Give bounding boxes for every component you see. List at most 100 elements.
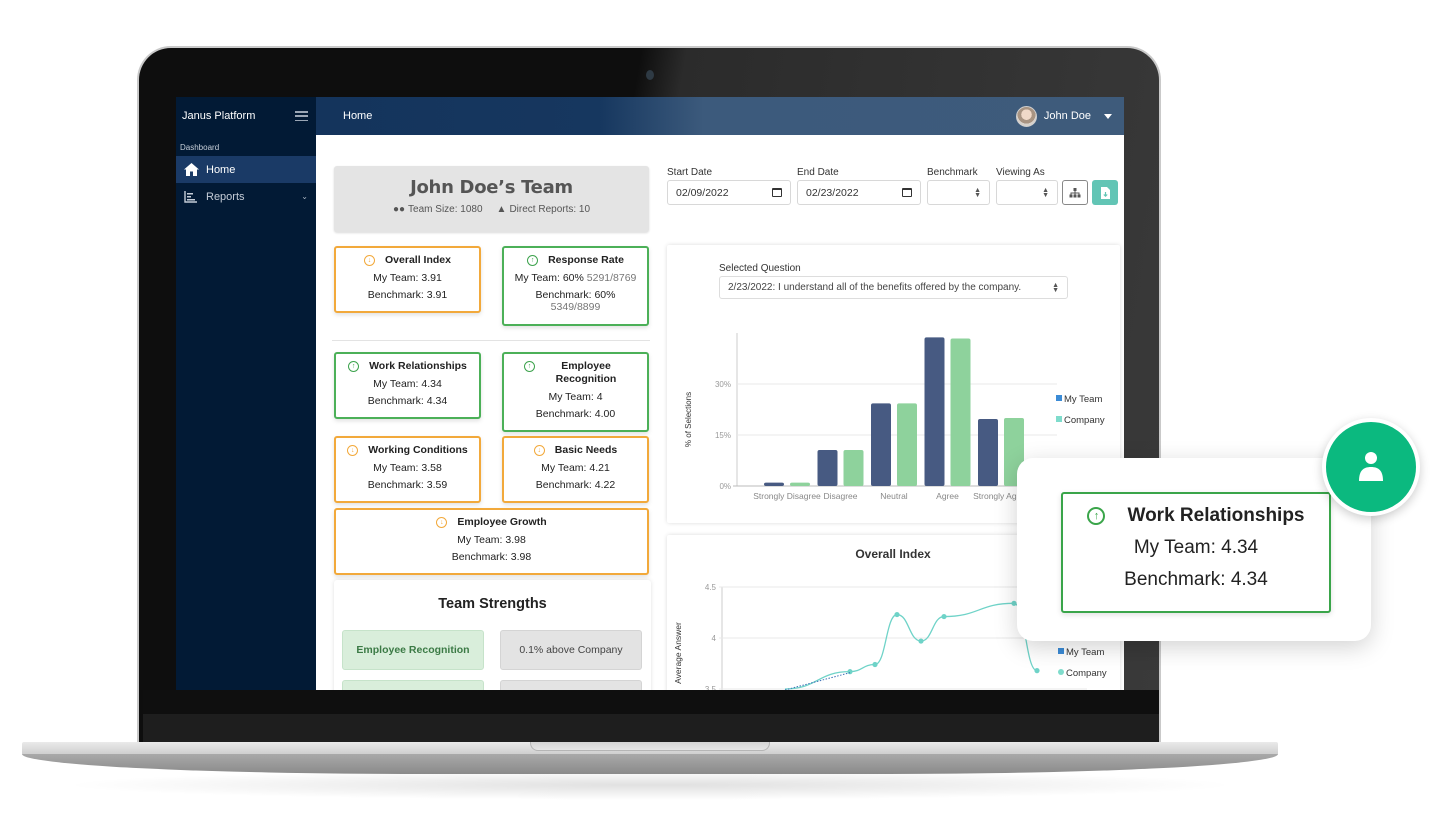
arrow-up-circle-icon: ↑ [527, 255, 539, 266]
select-arrows-icon: ▲ ▼ [974, 186, 981, 199]
metric-my-team: My Team: 3.58 [373, 462, 442, 474]
metric-card-overall-index[interactable]: ↓ Overall Index My Team: 3.91 Benchmark: … [334, 246, 481, 313]
sidebar-item-reports[interactable]: Reports ⌄ [176, 183, 316, 210]
org-chart-button[interactable] [1062, 180, 1088, 205]
sidebar-item-home[interactable]: Home [176, 156, 316, 183]
data-point-company [894, 611, 900, 618]
metric-benchmark: Benchmark: 3.91 [367, 289, 448, 301]
arrow-down-circle-icon: ↓ [364, 255, 376, 266]
y-tick-label: 4.5 [705, 583, 717, 592]
arrow-up-circle-icon: ↑ [1087, 507, 1106, 525]
metric-card-basic-needs[interactable]: ↓ Basic Needs My Team: 4.21 Benchmark: 4.… [502, 436, 649, 503]
viewing-as-select[interactable]: ▲ ▼ [996, 180, 1058, 205]
data-point-company [1011, 600, 1017, 606]
sidebar: Janus Platform Dashboard Home Reports ⌄ [176, 97, 316, 690]
viewing-as-label: Viewing As [996, 167, 1045, 178]
laptop-shadow [60, 770, 1240, 800]
y-tick-label: 4 [712, 634, 717, 643]
legend-swatch [1058, 669, 1064, 675]
metric-card-response-rate[interactable]: ↑ Response Rate My Team: 60% 5291/8769 Be… [502, 246, 649, 326]
user-menu[interactable]: John Doe [1015, 105, 1124, 127]
metric-card-work-relationships[interactable]: ↑ Work Relationships My Team: 4.34 Benchm… [334, 352, 481, 419]
legend-label: Company [1066, 668, 1107, 679]
bar-company [843, 449, 864, 486]
data-point-company [847, 669, 853, 675]
x-tick-label: Neutral [880, 491, 908, 501]
end-date-label: End Date [797, 167, 839, 178]
popout-metric-card[interactable]: ↑ Work Relationships My Team: 4.34 Bench… [1061, 492, 1331, 613]
legend-swatch [1056, 395, 1062, 401]
metric-card-employee-growth[interactable]: ↓ Employee Growth My Team: 3.98 Benchmark… [334, 508, 649, 575]
bar-my-team [764, 482, 784, 486]
brand-name: Janus Platform [182, 110, 256, 122]
camera [646, 70, 654, 80]
metric-my-team: My Team: 60% [514, 272, 584, 284]
sidebar-item-label: Reports [206, 190, 245, 203]
user-badge [1322, 418, 1420, 516]
strength-delta: 0.1% above Company [500, 630, 642, 670]
metric-card-working-conditions[interactable]: ↓ Working Conditions My Team: 3.58 Benchm… [334, 436, 481, 503]
calendar-icon[interactable] [902, 188, 912, 197]
user-name: John Doe [1043, 110, 1091, 122]
export-button[interactable] [1092, 180, 1118, 205]
popout-benchmark: Benchmark: 4.34 [1124, 569, 1268, 590]
calendar-icon[interactable] [772, 188, 782, 197]
arrow-down-circle-icon: ↓ [436, 517, 448, 528]
end-date-value: 02/23/2022 [806, 186, 859, 199]
metric-benchmark: Benchmark: 4.34 [367, 395, 448, 407]
data-point-company [918, 638, 924, 644]
metric-benchmark: Benchmark: 3.59 [367, 479, 448, 491]
end-date-input[interactable]: 02/23/2022 [797, 180, 921, 205]
team-strengths-card: Team Strengths Employee Recognition 0.1%… [334, 580, 651, 690]
team-title: John Doe’s Team [410, 177, 573, 198]
metric-title: Working Conditions [368, 444, 468, 456]
benchmark-label: Benchmark [927, 167, 978, 178]
sitemap-icon [1069, 187, 1081, 197]
y-tick-label: 30% [715, 380, 731, 389]
team-size: Team Size: 1080 [408, 204, 483, 215]
bar-company [897, 403, 917, 486]
arrow-down-circle-icon: ↓ [347, 445, 359, 456]
x-tick-label: Agree [936, 491, 959, 501]
metric-my-team: My Team: 3.98 [457, 534, 526, 546]
benchmark-select[interactable]: ▲ ▼ [927, 180, 990, 205]
start-date-value: 02/09/2022 [676, 186, 729, 199]
legend-swatch [1058, 648, 1064, 654]
metric-title: Response Rate [548, 254, 624, 266]
laptop-mockup: Janus Platform Dashboard Home Reports ⌄ … [0, 0, 1432, 820]
metric-my-team-detail: 5291/8769 [586, 272, 637, 284]
metric-benchmark: Benchmark: 4.00 [535, 408, 616, 420]
metric-title: Employee Growth [457, 516, 547, 528]
team-strengths-title: Team Strengths [438, 596, 547, 612]
metric-card-employee-recognition[interactable]: ↑ Employee Recognition My Team: 4 Benchma… [502, 352, 649, 432]
start-date-input[interactable]: 02/09/2022 [667, 180, 791, 205]
legend-label: My Team [1066, 647, 1104, 658]
data-point-company [872, 661, 878, 668]
legend-label: My Team [1064, 394, 1102, 405]
metric-title: Work Relationships [369, 360, 467, 372]
y-tick-label: 3.5 [705, 685, 717, 690]
x-tick-label: Disagree [823, 491, 857, 501]
app-screen: Janus Platform Dashboard Home Reports ⌄ … [176, 97, 1124, 690]
metric-my-team: My Team: 4.21 [541, 462, 610, 474]
y-axis-label: Average Answer [673, 622, 683, 684]
strength-name-partial [342, 680, 484, 690]
users-icon: ●● [392, 204, 406, 215]
bar-company [950, 338, 971, 486]
chart-title: Overall Index [855, 547, 931, 561]
hamburger-menu-icon[interactable] [295, 111, 308, 121]
avatar [1015, 105, 1037, 127]
main-content: John Doe’s Team ●● Team Size: 1080 ▲ Direc… [316, 135, 1124, 690]
y-axis-label: % of Selections [684, 392, 693, 447]
y-tick-label: 0% [719, 482, 731, 491]
arrow-up-circle-icon: ↑ [524, 361, 535, 372]
legend-swatch [1056, 416, 1062, 422]
start-date-label: Start Date [667, 167, 713, 178]
data-point-company [941, 613, 947, 620]
x-tick-label: Strongly Disagree [753, 491, 821, 501]
metric-benchmark-detail: 5349/8899 [550, 301, 601, 313]
top-navbar: Home John Doe [316, 97, 1124, 135]
bar-my-team [924, 337, 945, 486]
metric-benchmark: Benchmark: 4.22 [535, 479, 616, 491]
metric-my-team: My Team: 3.91 [373, 272, 442, 284]
